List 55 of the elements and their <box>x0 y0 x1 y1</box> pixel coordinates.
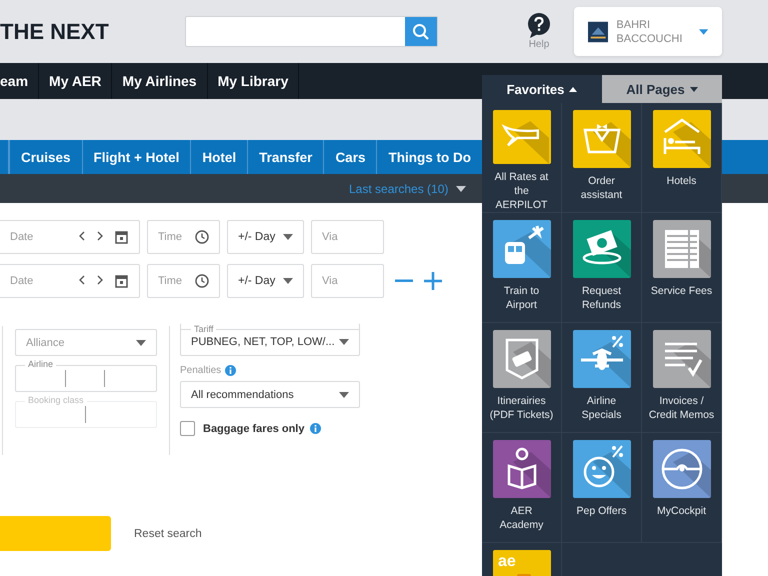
favorite-tile[interactable]: Train to Airport <box>482 213 562 323</box>
favorite-tile[interactable]: Invoices / Credit Memos <box>642 323 722 433</box>
minus-icon[interactable] <box>395 279 413 283</box>
nav-link[interactable]: My AER <box>39 63 112 99</box>
favorite-tile[interactable]: Airline Specials <box>562 323 642 433</box>
caret-icon <box>136 340 146 346</box>
user-menu[interactable]: BAHRI BACCOUCHI <box>574 7 722 56</box>
avatar-icon <box>588 20 608 42</box>
info-icon[interactable] <box>225 365 236 376</box>
caret-icon <box>339 339 349 345</box>
clock-icon <box>195 274 209 288</box>
day-select[interactable]: +/- Day <box>227 264 304 298</box>
clock-icon <box>195 230 209 244</box>
airline-field[interactable]: Airline <box>15 359 157 392</box>
caret-icon <box>283 278 293 284</box>
checkbox[interactable] <box>180 421 195 436</box>
tariff-select[interactable]: Tariff PUBNEG, NET, TOP, LOW/... <box>180 323 360 356</box>
favorite-tile[interactable]: AER Academy <box>482 433 562 543</box>
penalties-select[interactable]: All recommendations <box>180 381 360 408</box>
baggage-label: Baggage fares only <box>203 422 304 434</box>
nav-link[interactable]: eam <box>0 63 40 99</box>
favorite-tile[interactable]: Pep Offers <box>562 433 642 543</box>
nav-link[interactable]: My Library <box>208 63 300 99</box>
search-button[interactable] <box>405 17 437 46</box>
help-icon[interactable] <box>527 13 551 39</box>
search-field[interactable] <box>185 16 438 47</box>
menu-tab[interactable]: All Pages <box>602 75 722 103</box>
caret-icon <box>698 28 708 34</box>
search-icon <box>412 22 430 40</box>
favorite-tile[interactable]: MyCockpit <box>642 433 722 543</box>
field-label: Airline <box>25 359 56 370</box>
date-controls-icon[interactable] <box>79 230 129 244</box>
caret-icon <box>690 86 698 92</box>
favorite-tile[interactable]: All Rates at the AERPILOT <box>482 103 562 213</box>
caret-icon <box>569 86 578 92</box>
logo-text: THE NEXT <box>0 18 110 44</box>
ae-logo: ae <box>492 550 550 576</box>
help-label: Help <box>528 39 550 50</box>
nav-link[interactable]: My Airlines <box>112 63 208 99</box>
favorite-tile[interactable]: Order assistant <box>562 103 642 213</box>
favorite-tile[interactable]: Itinerairies (PDF Tickets) <box>482 323 562 433</box>
plus-icon[interactable] <box>424 272 442 290</box>
field-label: Tariff <box>191 324 216 335</box>
day-select[interactable]: +/- Day <box>227 220 304 254</box>
favorite-tile[interactable]: Request Refunds <box>562 213 642 323</box>
penalties-label: Penalties <box>180 365 222 376</box>
info-icon[interactable] <box>310 423 322 434</box>
field-label: Booking class <box>25 395 87 406</box>
favorite-tile[interactable]: Service Fees <box>642 213 722 323</box>
favorite-tile[interactable]: Hotels <box>642 103 722 213</box>
caret-icon <box>339 392 349 398</box>
caret-icon[interactable] <box>456 186 466 192</box>
date-controls-icon[interactable] <box>79 274 129 288</box>
caret-icon <box>283 234 293 240</box>
reset-search-link[interactable]: Reset search <box>134 528 202 540</box>
